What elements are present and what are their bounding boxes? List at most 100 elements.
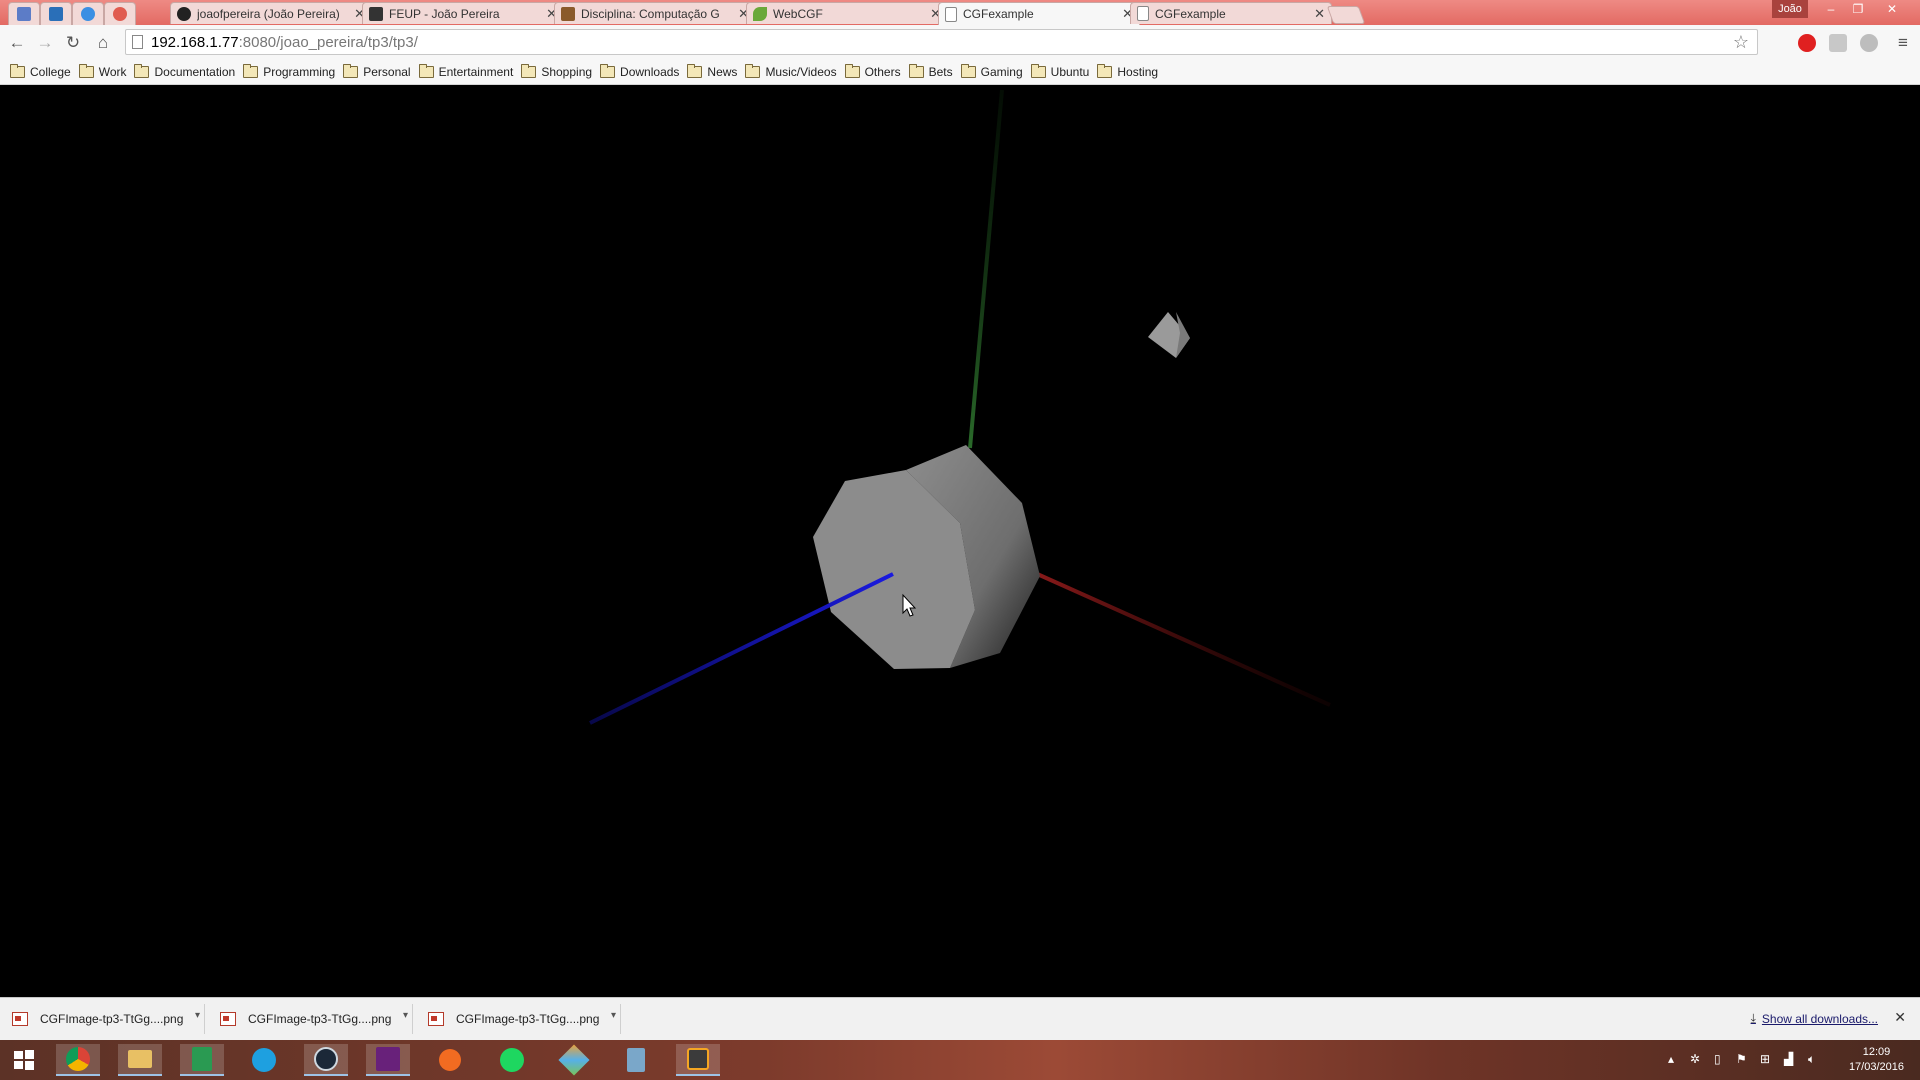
taskbar-calculator[interactable] bbox=[614, 1044, 658, 1076]
folder-icon bbox=[10, 64, 25, 78]
bookmark-label: Gaming bbox=[980, 65, 1023, 79]
tab-title: Disciplina: Computação G bbox=[581, 6, 720, 21]
minimize-icon[interactable]: – bbox=[1818, 0, 1844, 18]
taskbar-chrome[interactable] bbox=[56, 1044, 100, 1076]
bookmark-folder[interactable]: Shopping bbox=[519, 60, 598, 84]
bookmark-label: Hosting bbox=[1117, 65, 1159, 79]
tab-title: CGFexample bbox=[963, 7, 1034, 21]
profile-button[interactable]: João bbox=[1772, 0, 1808, 18]
bookmark-folder[interactable]: Personal bbox=[341, 60, 416, 84]
outlook-icon bbox=[49, 7, 63, 21]
browser-toolbar: ← → ↻ ⌂ 192.168.1.77:8080/joao_pereira/t… bbox=[0, 25, 1920, 60]
extension-icon[interactable] bbox=[1829, 34, 1847, 52]
bookmark-folder[interactable]: Ubuntu bbox=[1029, 60, 1096, 84]
start-button[interactable] bbox=[2, 1044, 46, 1076]
bookmark-folder[interactable]: College bbox=[8, 60, 77, 84]
tray-app-icon[interactable]: ✲ bbox=[1690, 1052, 1700, 1066]
skype-icon bbox=[252, 1048, 276, 1072]
bookmark-label: Personal bbox=[363, 65, 411, 79]
restore-icon[interactable]: ❐ bbox=[1845, 0, 1871, 18]
taskbar-steam[interactable] bbox=[304, 1044, 348, 1076]
taskbar: ▴ ✲ ▯ ⚑ ⊞ ▟ 🔈︎ 12:09 17/03/2016 bbox=[0, 1040, 1920, 1080]
origin-icon bbox=[439, 1049, 461, 1071]
volume-icon[interactable]: 🔈︎ bbox=[1808, 1052, 1815, 1067]
tab-feup[interactable]: FEUP - João Pereira ✕ bbox=[362, 2, 564, 24]
taskbar-explorer[interactable] bbox=[118, 1044, 162, 1076]
reload-icon[interactable]: ↻ bbox=[63, 33, 83, 53]
bookmark-label: Work bbox=[98, 65, 127, 79]
chevron-down-icon[interactable]: ▾ bbox=[403, 1010, 408, 1021]
home-icon[interactable]: ⌂ bbox=[93, 33, 113, 53]
taskbar-sublime[interactable] bbox=[676, 1044, 720, 1076]
headphones-icon bbox=[113, 7, 127, 21]
taskbar-sheets[interactable] bbox=[180, 1044, 224, 1076]
folder-icon bbox=[78, 64, 94, 78]
system-clock[interactable]: 12:09 17/03/2016 bbox=[1849, 1045, 1904, 1075]
tab-strip: joaofpereira (João Pereira) ✕ FEUP - Joã… bbox=[0, 0, 1920, 25]
bookmark-folder[interactable]: Entertainment bbox=[417, 60, 520, 84]
address-bar[interactable]: 192.168.1.77:8080/joao_pereira/tp3/tp3/ … bbox=[125, 29, 1758, 55]
bookmark-folder[interactable]: Hosting bbox=[1095, 60, 1164, 84]
show-all-label: Show all downloads... bbox=[1761, 1011, 1878, 1026]
tray-expand-icon[interactable]: ▴ bbox=[1668, 1052, 1674, 1066]
taskbar-paint[interactable] bbox=[552, 1044, 596, 1076]
pinned-tab-gmail[interactable] bbox=[8, 2, 40, 25]
close-window-icon[interactable]: ✕ bbox=[1872, 0, 1912, 18]
download-item[interactable]: CGFImage-tp3-TtGg....png ▾ bbox=[208, 1004, 413, 1034]
url-host: 192.168.1.77 bbox=[151, 33, 239, 51]
bookmark-label: Bets bbox=[928, 65, 953, 79]
tab-cgfexample-active[interactable]: CGFexample ✕ bbox=[938, 2, 1140, 25]
bookmark-folder[interactable]: News bbox=[685, 60, 743, 84]
chevron-down-icon[interactable]: ▾ bbox=[195, 1010, 200, 1021]
folder-icon bbox=[844, 64, 860, 78]
bookmark-folder[interactable]: Music/Videos bbox=[743, 60, 842, 84]
taskbar-visual-studio[interactable] bbox=[366, 1044, 410, 1076]
download-item[interactable]: CGFImage-tp3-TtGg....png ▾ bbox=[416, 1004, 621, 1034]
bookmark-folder[interactable]: Others bbox=[843, 60, 907, 84]
forward-arrow-icon[interactable]: → bbox=[35, 33, 55, 53]
download-item[interactable]: CGFImage-tp3-TtGg....png ▾ bbox=[0, 1004, 205, 1034]
close-icon[interactable]: ✕ bbox=[1314, 6, 1325, 22]
pinned-tab-outlook[interactable] bbox=[40, 2, 72, 25]
tray-windows-icon[interactable]: ⊞ bbox=[1760, 1052, 1770, 1066]
scene-svg bbox=[589, 89, 1331, 725]
back-arrow-icon[interactable]: ← bbox=[7, 33, 27, 53]
tab-github[interactable]: joaofpereira (João Pereira) ✕ bbox=[170, 2, 372, 24]
tab-cgfexample[interactable]: CGFexample ✕ bbox=[1130, 2, 1332, 24]
tray-network-share-icon[interactable]: ▯ bbox=[1714, 1052, 1721, 1066]
tab-webcgf[interactable]: WebCGF ✕ bbox=[746, 2, 948, 24]
bookmark-folder[interactable]: Downloads bbox=[598, 60, 685, 84]
bookmark-star-icon[interactable]: ☆ bbox=[1733, 32, 1749, 53]
windows-logo-icon bbox=[14, 1050, 34, 1070]
tab-title: joaofpereira (João Pereira) bbox=[197, 6, 340, 21]
mega-icon[interactable] bbox=[1860, 34, 1878, 52]
action-center-flag-icon[interactable]: ⚑ bbox=[1736, 1052, 1747, 1066]
new-tab-button[interactable] bbox=[1326, 6, 1366, 24]
messenger-icon bbox=[81, 7, 95, 21]
bookmark-folder[interactable]: Bets bbox=[907, 60, 959, 84]
bookmark-folder[interactable]: Programming bbox=[241, 60, 341, 84]
sheets-icon bbox=[192, 1047, 212, 1071]
bookmark-folder[interactable]: Documentation bbox=[132, 60, 241, 84]
opera-icon[interactable] bbox=[1798, 34, 1816, 52]
tab-title: CGFexample bbox=[1155, 6, 1226, 21]
taskbar-skype[interactable] bbox=[242, 1044, 286, 1076]
bookmark-label: College bbox=[30, 65, 71, 79]
clock-date: 17/03/2016 bbox=[1848, 1061, 1904, 1073]
tab-moodle[interactable]: Disciplina: Computação G ✕ bbox=[554, 2, 756, 24]
show-all-downloads-link[interactable]: ⤓ Show all downloads... bbox=[1751, 1011, 1878, 1026]
close-shelf-icon[interactable]: ✕ bbox=[1894, 1009, 1906, 1026]
taskbar-origin[interactable] bbox=[428, 1044, 472, 1076]
pinned-tab-messenger[interactable] bbox=[72, 2, 104, 25]
taskbar-spotify[interactable] bbox=[490, 1044, 534, 1076]
menu-icon[interactable]: ≡ bbox=[1893, 33, 1913, 53]
bookmark-label: Programming bbox=[263, 65, 336, 79]
bookmark-folder[interactable]: Gaming bbox=[959, 60, 1029, 84]
bookmark-folder[interactable]: Work bbox=[77, 60, 133, 84]
wifi-icon[interactable]: ▟ bbox=[1784, 1052, 1793, 1066]
folder-icon bbox=[908, 64, 924, 78]
webgl-canvas[interactable] bbox=[0, 85, 1920, 997]
bookmark-label: Documentation bbox=[154, 65, 236, 79]
chevron-down-icon[interactable]: ▾ bbox=[611, 1010, 616, 1021]
pinned-tab-music[interactable] bbox=[104, 2, 136, 25]
